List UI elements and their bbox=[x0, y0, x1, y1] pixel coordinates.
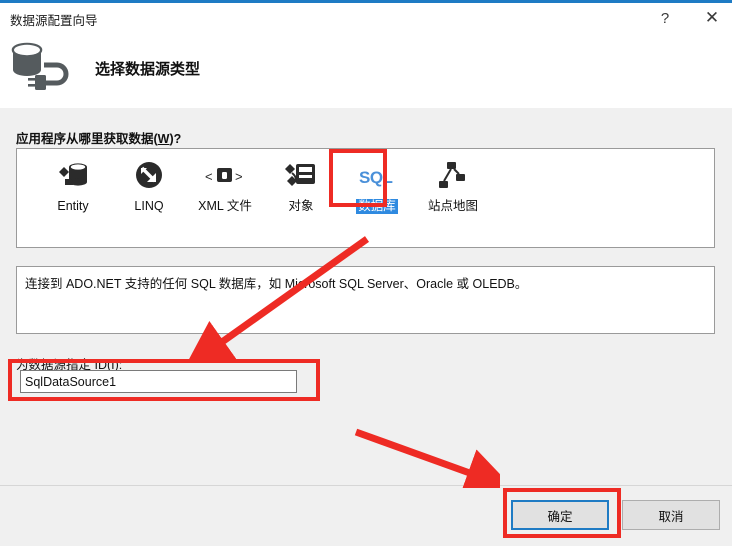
prompt-suffix: )? bbox=[169, 132, 182, 146]
dialog-footer: 确定 取消 bbox=[0, 486, 732, 546]
data-source-description-panel: 连接到 ADO.NET 支持的任何 SQL 数据库，如 Microsoft SQ… bbox=[16, 266, 715, 334]
source-label: Entity bbox=[57, 199, 89, 213]
source-item-xml-file[interactable]: < > XML 文件 bbox=[187, 155, 263, 227]
source-label: XML 文件 bbox=[198, 199, 252, 213]
source-label: 数据库 bbox=[356, 199, 398, 214]
site-map-icon bbox=[431, 157, 475, 195]
sql-database-icon: SQL bbox=[355, 157, 399, 195]
help-icon[interactable]: ? bbox=[643, 3, 687, 33]
ok-button-label: 确定 bbox=[547, 509, 573, 524]
window-title: 数据源配置向导 bbox=[10, 14, 98, 28]
data-source-id-input[interactable] bbox=[20, 370, 297, 393]
prompt-prefix: 应用程序从哪里获取数据( bbox=[16, 132, 158, 146]
dialog-body: 应用程序从哪里获取数据(W)? Entity LINQ < > XML 文件 对… bbox=[0, 108, 732, 485]
data-source-prompt-label: 应用程序从哪里获取数据(W)? bbox=[16, 128, 181, 147]
prompt-accesskey: W bbox=[157, 132, 170, 146]
xml-file-icon: < > bbox=[203, 157, 247, 195]
source-item-object[interactable]: 对象 bbox=[263, 155, 339, 227]
source-label: LINQ bbox=[134, 199, 164, 213]
source-item-linq[interactable]: LINQ bbox=[111, 155, 187, 227]
close-glyph: ✕ bbox=[704, 8, 720, 27]
linq-icon bbox=[127, 157, 171, 195]
entity-icon bbox=[51, 157, 95, 195]
close-icon[interactable]: ✕ bbox=[690, 3, 732, 33]
source-item-entity[interactable]: Entity bbox=[35, 155, 111, 227]
data-source-description: 连接到 ADO.NET 支持的任何 SQL 数据库，如 Microsoft SQ… bbox=[25, 277, 528, 291]
cancel-button-label: 取消 bbox=[658, 509, 684, 524]
source-item-database[interactable]: SQL 数据库 bbox=[339, 155, 415, 227]
source-item-site-map[interactable]: 站点地图 bbox=[415, 155, 491, 227]
source-label: 对象 bbox=[288, 199, 314, 213]
source-label: 站点地图 bbox=[427, 199, 478, 213]
title-bar: 数据源配置向导 ? ✕ bbox=[0, 3, 732, 33]
cancel-button[interactable]: 取消 bbox=[622, 500, 720, 530]
dialog-header: 选择数据源类型 bbox=[0, 33, 732, 108]
data-source-type-list[interactable]: Entity LINQ < > XML 文件 对象 SQL 数据库 站点地图 bbox=[16, 148, 715, 248]
ok-button[interactable]: 确定 bbox=[511, 500, 609, 530]
dialog-window: 数据源配置向导 ? ✕ 选择数据源类型 应用程序从哪里获取数据(W)? Enti… bbox=[0, 0, 732, 546]
object-icon bbox=[279, 157, 323, 195]
page-title: 选择数据源类型 bbox=[95, 61, 201, 78]
svg-text:>: > bbox=[235, 169, 243, 184]
svg-text:<: < bbox=[205, 169, 213, 184]
database-plug-icon bbox=[8, 37, 74, 99]
svg-text:SQL: SQL bbox=[359, 168, 393, 187]
help-glyph: ? bbox=[660, 9, 670, 27]
